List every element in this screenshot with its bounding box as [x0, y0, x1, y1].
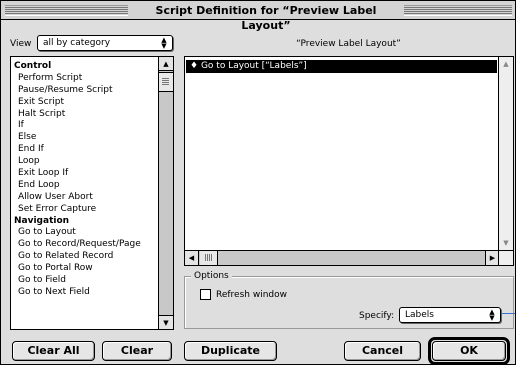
title-bar[interactable]: Script Definition for “Preview Label Lay…: [1, 1, 515, 32]
move-handle-icon[interactable]: ♦: [190, 61, 198, 71]
ok-button[interactable]: OK: [432, 341, 506, 361]
scroll-right-arrow-icon[interactable]: ▶: [485, 251, 499, 265]
category-header: Control: [14, 61, 52, 71]
list-item[interactable]: End Loop: [12, 179, 158, 191]
list-item[interactable]: Go to Next Field: [12, 286, 158, 298]
list-item[interactable]: Halt Script: [12, 108, 158, 120]
list-item[interactable]: Pause/Resume Script: [12, 84, 158, 96]
view-popup-menu[interactable]: all by category ▲ ▼: [37, 35, 173, 51]
script-vertical-scrollbar[interactable]: ▲ ▼: [498, 57, 513, 250]
title-bar-stripes-left: [5, 5, 128, 16]
list-item[interactable]: Exit Loop If: [12, 167, 158, 179]
refresh-window-checkbox[interactable]: [200, 289, 211, 300]
connector-line: [502, 313, 515, 314]
list-item[interactable]: Set Error Capture: [12, 203, 158, 215]
list-item[interactable]: Perform Script: [12, 72, 158, 84]
list-item[interactable]: Else: [12, 131, 158, 143]
script-step-list[interactable]: Control Perform Script Pause/Resume Script…: [10, 56, 174, 330]
list-item[interactable]: Allow User Abort: [12, 191, 158, 203]
script-step-items: Control Perform Script Pause/Resume Script…: [12, 60, 158, 298]
duplicate-button[interactable]: Duplicate: [184, 341, 277, 361]
horizontal-scroll-thumb[interactable]: [200, 251, 218, 265]
clear-all-button[interactable]: Clear All: [12, 341, 95, 361]
script-step-row[interactable]: ♦ Go to Layout [“Labels”]: [186, 60, 497, 73]
list-item[interactable]: Go to Portal Row: [12, 262, 158, 274]
list-item[interactable]: Go to Field: [12, 274, 158, 286]
view-label: View: [10, 39, 32, 49]
scroll-thumb[interactable]: [159, 72, 173, 92]
window-title: Script Definition for “Preview Label Lay…: [132, 3, 400, 32]
script-definition-dialog: Script Definition for “Preview Label Lay…: [0, 0, 516, 365]
script-step-text: Go to Layout [“Labels”]: [200, 61, 307, 71]
view-popup-value: all by category: [43, 38, 111, 48]
specify-popup-value: Labels: [405, 310, 434, 320]
script-steps-panel[interactable]: ♦ Go to Layout [“Labels”] ▲ ▼ ◀ ▶: [184, 56, 514, 266]
cancel-button[interactable]: Cancel: [344, 341, 421, 361]
list-item[interactable]: Go to Record/Request/Page: [12, 238, 158, 250]
scroll-left-arrow-icon[interactable]: ◀: [185, 251, 199, 265]
script-name-header: “Preview Label Layout”: [296, 39, 401, 49]
refresh-window-label[interactable]: Refresh window: [216, 290, 287, 300]
step-list-scrollbar[interactable]: ▲ ▼: [158, 57, 173, 329]
list-item[interactable]: Go to Layout: [12, 226, 158, 238]
list-item[interactable]: End If: [12, 143, 158, 155]
popup-arrows-icon: ▲ ▼: [489, 308, 495, 322]
popup-arrows-icon: ▲ ▼: [161, 36, 167, 50]
scroll-up-arrow-icon[interactable]: ▲: [159, 57, 173, 71]
clear-button[interactable]: Clear: [102, 341, 172, 361]
scrollbar-corner: [498, 250, 513, 265]
scroll-down-arrow-icon[interactable]: ▼: [499, 236, 513, 250]
list-item[interactable]: Exit Script: [12, 96, 158, 108]
script-horizontal-scrollbar[interactable]: ◀ ▶: [185, 250, 499, 265]
list-item[interactable]: If: [12, 119, 158, 131]
specify-label: Specify:: [359, 311, 395, 321]
specify-popup-menu[interactable]: Labels ▲ ▼: [399, 307, 501, 323]
list-item[interactable]: Go to Related Record: [12, 250, 158, 262]
scroll-up-arrow-icon[interactable]: ▲: [499, 57, 513, 71]
category-header: Navigation: [14, 215, 70, 226]
scroll-down-arrow-icon[interactable]: ▼: [159, 315, 173, 329]
options-group-label: Options: [191, 271, 232, 281]
list-item[interactable]: Loop: [12, 155, 158, 167]
title-bar-stripes-right: [404, 5, 512, 16]
